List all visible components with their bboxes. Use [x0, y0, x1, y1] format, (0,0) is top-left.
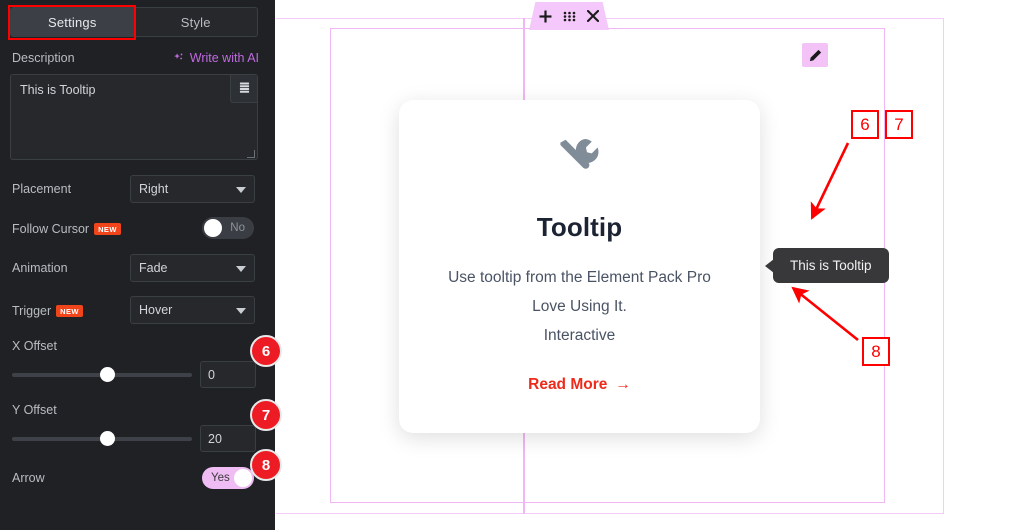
x-offset-input[interactable]: 0 [200, 361, 256, 388]
tab-style-label: Style [180, 14, 211, 30]
drag-dots-icon[interactable] [563, 11, 576, 22]
tab-style[interactable]: Style [133, 8, 257, 36]
y-offset-slider[interactable] [12, 431, 192, 447]
animation-select[interactable]: Fade [130, 254, 255, 282]
arrow-knob [234, 469, 252, 487]
arrow-right-icon: → [615, 376, 631, 393]
step-badge-8: 8 [250, 449, 282, 481]
panel-tabs: Settings Style [10, 7, 258, 37]
y-offset-thumb[interactable] [100, 431, 115, 446]
app-root: Settings Style Description Write with AI… [0, 0, 1024, 530]
follow-cursor-knob [204, 219, 222, 237]
section-handle-toolbar[interactable] [529, 2, 609, 30]
follow-cursor-value: No [230, 222, 245, 234]
trigger-label: Trigger NEW [12, 304, 83, 318]
step-badge-6: 6 [250, 335, 282, 367]
edit-widget-button[interactable] [802, 43, 828, 67]
dynamic-tags-button[interactable] [230, 75, 257, 103]
new-badge-trigger: NEW [56, 304, 83, 317]
card-description-line-3: Interactive [543, 327, 616, 344]
tools-icon [553, 133, 607, 192]
sparkle-icon [173, 52, 183, 59]
placement-value: Right [139, 182, 169, 196]
editor-canvas: Tooltip Use tooltip from the Element Pac… [275, 0, 1024, 530]
tooltip-popup-text: This is Tooltip [790, 258, 872, 273]
placement-label: Placement [12, 182, 72, 196]
annotation-label-6: 6 [851, 110, 879, 139]
close-icon[interactable] [587, 10, 599, 22]
animation-value: Fade [139, 261, 168, 275]
description-value: This is Tooltip [20, 83, 96, 97]
follow-cursor-label: Follow Cursor NEW [12, 222, 121, 236]
tooltip-arrow [765, 258, 774, 273]
animation-label: Animation [12, 261, 68, 275]
annotation-label-8: 8 [862, 337, 890, 366]
x-offset-slider[interactable] [12, 367, 192, 383]
y-offset-input[interactable]: 20 [200, 425, 256, 452]
card-title: Tooltip [536, 212, 623, 242]
chevron-down-icon [236, 187, 246, 193]
write-with-ai-button[interactable]: Write with AI [173, 51, 259, 65]
chevron-down-icon [236, 266, 246, 272]
placement-select[interactable]: Right [130, 175, 255, 203]
write-with-ai-label: Write with AI [189, 51, 259, 65]
arrow-toggle[interactable]: Yes [202, 467, 254, 489]
x-offset-value: 0 [208, 367, 215, 382]
card-description-line-1: Use tooltip from the Element Pack Pro [448, 269, 711, 286]
chevron-down-icon [236, 308, 246, 314]
follow-cursor-toggle[interactable]: No [202, 217, 254, 239]
x-offset-thumb[interactable] [100, 367, 115, 382]
textarea-resize-handle[interactable] [247, 150, 255, 158]
arrow-label: Arrow [12, 471, 45, 485]
y-offset-label: Y Offset [12, 403, 57, 417]
database-stack-icon [239, 82, 249, 93]
description-label: Description [12, 51, 75, 65]
annotation-label-7: 7 [885, 110, 913, 139]
trigger-value: Hover [139, 303, 173, 317]
tab-settings[interactable]: Settings [11, 8, 134, 36]
description-textarea[interactable]: This is Tooltip [10, 74, 258, 160]
trigger-select[interactable]: Hover [130, 296, 255, 324]
step-badge-7: 7 [250, 399, 282, 431]
y-offset-value: 20 [208, 431, 222, 446]
pencil-icon [809, 49, 821, 61]
card-description: Use tooltip from the Element Pack Pro Lo… [448, 263, 711, 350]
read-more-link[interactable]: Read More → [528, 376, 631, 394]
card-description-line-2: Love Using It. [532, 298, 627, 315]
trigger-text: Trigger [12, 304, 52, 318]
tooltip-card[interactable]: Tooltip Use tooltip from the Element Pac… [399, 100, 760, 433]
follow-cursor-text: Follow Cursor [12, 222, 90, 236]
new-badge-follow-cursor: NEW [94, 222, 121, 235]
tab-settings-label: Settings [47, 14, 97, 30]
plus-icon[interactable] [539, 10, 552, 23]
x-offset-label: X Offset [12, 339, 57, 353]
settings-panel: Settings Style Description Write with AI… [0, 0, 275, 530]
read-more-label: Read More [528, 376, 608, 393]
tooltip-popup: This is Tooltip [765, 248, 889, 283]
